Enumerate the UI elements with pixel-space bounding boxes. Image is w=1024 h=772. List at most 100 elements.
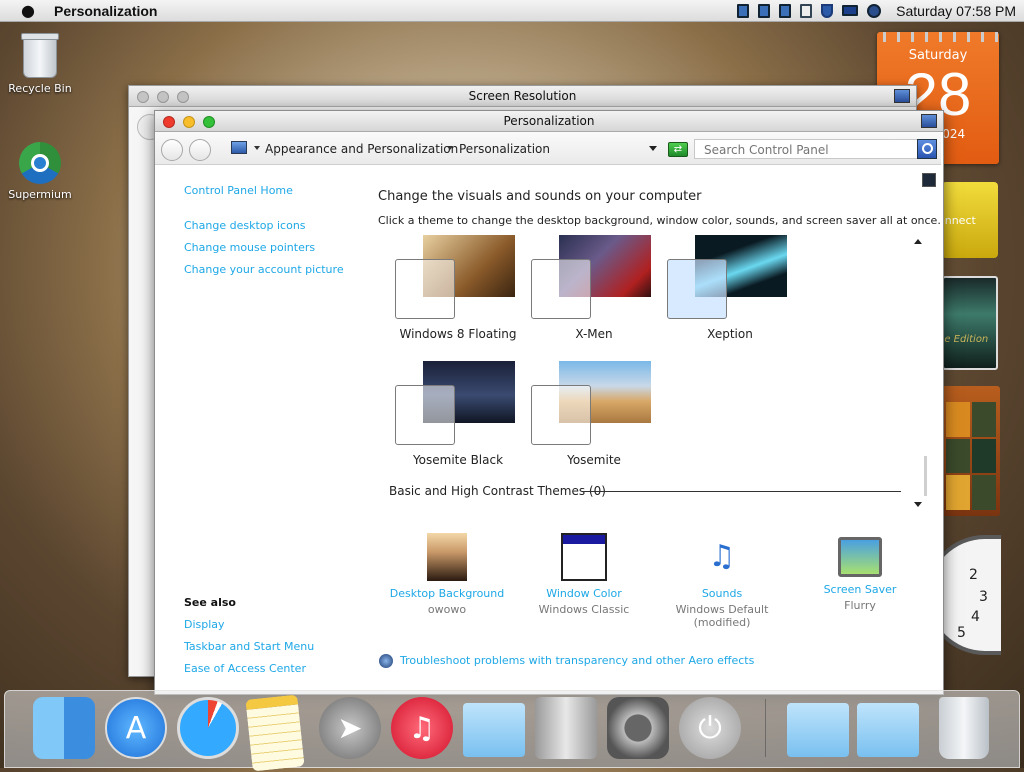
search-input[interactable]: [702, 141, 916, 159]
active-app-name[interactable]: Personalization: [54, 3, 157, 19]
address-dropdown-icon[interactable]: [649, 146, 657, 151]
theme-label: Yosemite: [567, 453, 621, 467]
safari-icon[interactable]: [177, 697, 239, 759]
desktop-background-tool[interactable]: Desktop Background owowo: [377, 533, 517, 616]
help-icon[interactable]: [922, 173, 936, 187]
scroll-down-arrow-icon[interactable]: [914, 502, 922, 507]
scrollbar-thumb[interactable]: [924, 456, 927, 496]
change-account-picture-link[interactable]: Change your account picture: [184, 263, 344, 276]
system-preferences-icon[interactable]: [607, 697, 669, 759]
display-link[interactable]: Display: [184, 618, 225, 631]
mac-pro-icon[interactable]: [535, 697, 597, 759]
zoom-button[interactable]: [203, 116, 215, 128]
window-color-value: Windows Classic: [538, 603, 630, 616]
chevron-down-icon[interactable]: [447, 146, 453, 150]
shield-icon[interactable]: [821, 3, 834, 18]
display-icon[interactable]: [800, 3, 813, 18]
theme-color-swatch: [395, 259, 455, 319]
control-panel-home-link[interactable]: Control Panel Home: [184, 184, 293, 197]
power-glyph: ⏻: [698, 710, 722, 746]
photo-puzzle-widget[interactable]: [942, 386, 1000, 516]
close-button[interactable]: [163, 116, 175, 128]
music-icon[interactable]: ♫: [391, 697, 453, 759]
desktop-icon-recycle-bin[interactable]: Recycle Bin: [0, 33, 80, 95]
clock-number: 2: [969, 567, 978, 583]
section-divider: [583, 491, 901, 492]
theme-xeption[interactable]: Xeption: [667, 235, 807, 341]
theme-windows-8-floating[interactable]: Windows 8 Floating: [395, 235, 535, 341]
screen-saver-value: Flurry: [844, 599, 876, 612]
troubleshoot-link[interactable]: Troubleshoot problems with transparency …: [400, 654, 754, 667]
window-color-tool[interactable]: Window Color Windows Classic: [514, 533, 654, 616]
documents-folder-icon[interactable]: [857, 703, 919, 757]
scroll-up-arrow-icon[interactable]: [914, 239, 922, 244]
personalization-window[interactable]: Personalization Appearance and Personali…: [154, 110, 944, 695]
chevron-down-icon[interactable]: [254, 146, 260, 150]
puzzle-cells: [946, 402, 996, 510]
app-store-icon[interactable]: A: [105, 697, 167, 759]
app-store-glyph: A: [125, 710, 147, 746]
keyboard-icon[interactable]: [842, 5, 859, 16]
finder-icon[interactable]: [33, 697, 95, 759]
window-color-icon: [561, 533, 607, 581]
power-icon[interactable]: ⏻: [679, 697, 741, 759]
change-desktop-icons-link[interactable]: Change desktop icons: [184, 219, 306, 232]
sounds-link[interactable]: Sounds: [652, 587, 792, 600]
back-button[interactable]: [161, 139, 183, 161]
theme-yosemite[interactable]: Yosemite: [531, 361, 671, 467]
breadcrumb-appearance[interactable]: Appearance and Personalization: [265, 142, 458, 156]
launchpad-icon[interactable]: ➤: [319, 697, 381, 759]
display-icon[interactable]: [779, 3, 792, 18]
basic-themes-section-header[interactable]: Basic and High Contrast Themes (0): [389, 484, 606, 498]
volume-icon[interactable]: [867, 3, 882, 18]
connect-widget[interactable]: onnect: [942, 182, 998, 258]
apple-menu-icon[interactable]: ●: [18, 1, 38, 20]
minimize-button[interactable]: [157, 91, 169, 103]
trash-icon[interactable]: [939, 697, 989, 759]
close-button[interactable]: [137, 91, 149, 103]
notes-icon[interactable]: [245, 694, 305, 772]
display-icon[interactable]: [758, 3, 771, 18]
calendar-rings: [877, 32, 999, 42]
desktop-icon-label: Recycle Bin: [8, 82, 72, 95]
theme-label: Yosemite Black: [412, 453, 504, 467]
theme-x-men[interactable]: X-Men: [531, 235, 671, 341]
theme-yosemite-black[interactable]: Yosemite Black: [395, 361, 535, 467]
desktop-folder-icon[interactable]: [787, 703, 849, 757]
theme-label: Windows 8 Floating: [399, 327, 517, 341]
menu-clock[interactable]: Saturday 07:58 PM: [896, 3, 1016, 19]
forward-button[interactable]: [189, 139, 211, 161]
theme-color-swatch: [531, 385, 591, 445]
screen-saver-tool[interactable]: Screen Saver Flurry: [790, 533, 930, 612]
display-icon[interactable]: [737, 3, 750, 18]
music-glyph: ♫: [408, 710, 436, 746]
edition-widget-label: ne Edition: [942, 334, 989, 345]
zoom-button[interactable]: [177, 91, 189, 103]
rocket-glyph: ➤: [337, 710, 363, 746]
window-titlebar[interactable]: Personalization: [155, 111, 943, 132]
minimize-button[interactable]: [183, 116, 195, 128]
change-mouse-pointers-link[interactable]: Change mouse pointers: [184, 241, 315, 254]
photo-icon: [427, 533, 467, 581]
breadcrumb-personalization[interactable]: Personalization: [459, 142, 550, 156]
recycle-bin-icon: [21, 33, 59, 78]
window-color-link[interactable]: Window Color: [514, 587, 654, 600]
desktop-icon-supermium[interactable]: Supermium: [0, 142, 80, 201]
page-heading: Change the visuals and sounds on your co…: [378, 189, 702, 204]
music-notes-icon: ♫: [708, 539, 736, 574]
menu-bar: ● Personalization Saturday 07:58 PM: [0, 0, 1024, 22]
theme-color-swatch: [395, 385, 455, 445]
ease-of-access-link[interactable]: Ease of Access Center: [184, 662, 306, 675]
refresh-icon[interactable]: ⇄: [668, 142, 688, 157]
applications-folder-icon[interactable]: [463, 703, 525, 757]
sounds-value: Windows Default: [675, 603, 769, 616]
back-window-titlebar[interactable]: Screen Resolution: [129, 86, 916, 107]
desktop-background-link[interactable]: Desktop Background: [377, 587, 517, 600]
browser-icon: [19, 142, 61, 184]
screen-saver-link[interactable]: Screen Saver: [790, 583, 930, 596]
sounds-tool[interactable]: ♫ Sounds Windows Default (modified): [652, 533, 792, 629]
display-icon: [921, 114, 937, 128]
taskbar-start-menu-link[interactable]: Taskbar and Start Menu: [184, 640, 314, 653]
edition-widget[interactable]: ne Edition: [942, 276, 998, 370]
search-icon[interactable]: [917, 139, 937, 159]
